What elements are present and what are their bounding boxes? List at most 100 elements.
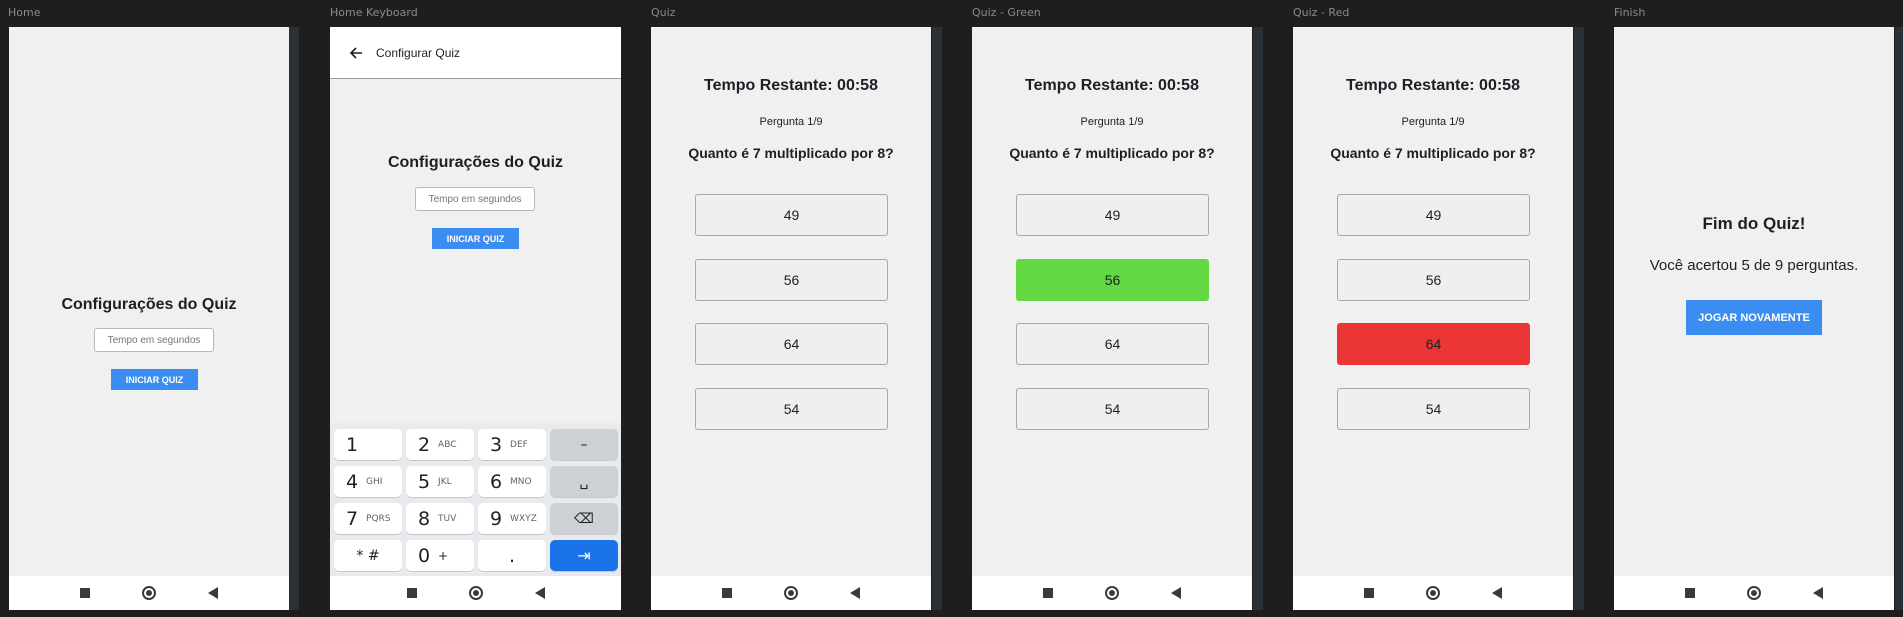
key-next[interactable]: ⇥ xyxy=(550,540,618,571)
home-icon[interactable] xyxy=(1105,586,1119,600)
timer-text: Tempo Restante: 00:58 xyxy=(704,77,878,94)
answer-button-1[interactable]: 49 xyxy=(695,194,888,236)
answer-button-wrong[interactable]: 64 xyxy=(1337,323,1530,365)
frame-edge xyxy=(289,27,299,610)
key-space[interactable]: ␣ xyxy=(550,466,618,497)
key-backspace[interactable]: ⌫ xyxy=(550,503,618,534)
key-1[interactable]: 1 xyxy=(334,429,402,460)
start-quiz-button[interactable]: INICIAR QUIZ xyxy=(432,228,519,249)
key-sublabel: WXYZ xyxy=(510,513,537,524)
key-3[interactable]: 3 DEF xyxy=(478,429,546,460)
back-icon[interactable] xyxy=(208,587,218,599)
recent-apps-icon[interactable] xyxy=(1685,588,1695,598)
recent-apps-icon[interactable] xyxy=(722,588,732,598)
timer-text: Tempo Restante: 00:58 xyxy=(1346,77,1520,94)
system-navbar xyxy=(1293,576,1573,610)
key-label: 4 xyxy=(345,470,359,493)
answer-button-4[interactable]: 54 xyxy=(1337,388,1530,430)
recent-apps-icon[interactable] xyxy=(80,588,90,598)
key-sublabel: GHI xyxy=(366,476,383,487)
time-input[interactable] xyxy=(94,328,214,352)
config-title: Configurações do Quiz xyxy=(387,154,564,171)
key-label: 8 xyxy=(417,507,431,530)
key-sublabel: JKL xyxy=(438,476,452,487)
config-title: Configurações do Quiz xyxy=(61,296,237,313)
recent-apps-icon[interactable] xyxy=(1043,588,1053,598)
back-icon[interactable] xyxy=(850,587,860,599)
key-5[interactable]: 5 JKL xyxy=(406,466,474,497)
app-bar-title: Configurar Quiz xyxy=(376,45,461,60)
key-label: 3 xyxy=(489,433,503,456)
question-counter: Pergunta 1/9 xyxy=(1080,116,1144,128)
answer-button-3[interactable]: 64 xyxy=(695,323,888,365)
key-label: 6 xyxy=(489,470,503,493)
key-star-hash[interactable]: * # xyxy=(334,540,402,571)
frame-label-finish: Finish xyxy=(1614,6,1646,19)
answer-button-4[interactable]: 54 xyxy=(695,388,888,430)
key-label: 7 xyxy=(345,507,359,530)
frame-label-home-keyboard: Home Keyboard xyxy=(330,6,418,19)
system-navbar xyxy=(972,576,1252,610)
backspace-icon: ⌫ xyxy=(574,510,594,527)
frame-edge xyxy=(1574,27,1584,610)
frame-label-quiz: Quiz xyxy=(651,6,676,19)
frame-edge xyxy=(932,27,942,610)
key-9[interactable]: 9 WXYZ xyxy=(478,503,546,534)
home-icon[interactable] xyxy=(142,586,156,600)
home-icon[interactable] xyxy=(1426,586,1440,600)
key-minus[interactable]: – xyxy=(550,429,618,460)
screen-quiz-green: Tempo Restante: 00:58 Pergunta 1/9 Quant… xyxy=(972,27,1252,610)
home-icon[interactable] xyxy=(784,586,798,600)
key-label: * # xyxy=(356,547,380,564)
arrow-left-icon[interactable] xyxy=(348,45,364,61)
recent-apps-icon[interactable] xyxy=(406,588,417,598)
key-sublabel: + xyxy=(438,548,449,563)
key-2[interactable]: 2 ABC xyxy=(406,429,474,460)
app-bar: Configurar Quiz xyxy=(330,27,621,79)
key-4[interactable]: 4 GHI xyxy=(334,466,402,497)
key-label: 1 xyxy=(345,433,359,456)
screen-home: Configurações do Quiz INICIAR QUIZ xyxy=(9,27,289,610)
home-icon[interactable] xyxy=(1747,586,1761,600)
system-navbar xyxy=(330,576,621,610)
key-sublabel: TUV xyxy=(438,513,457,524)
frame-label-quiz-red: Quiz - Red xyxy=(1293,6,1350,19)
key-0[interactable]: 0 + xyxy=(406,540,474,571)
key-sublabel: DEF xyxy=(510,439,528,450)
key-8[interactable]: 8 TUV xyxy=(406,503,474,534)
space-icon: ␣ xyxy=(579,473,589,490)
back-icon[interactable] xyxy=(534,587,545,599)
answer-button-2[interactable]: 56 xyxy=(1337,259,1530,301)
key-label: 9 xyxy=(489,507,503,530)
key-label: 0 xyxy=(417,544,431,567)
recent-apps-icon[interactable] xyxy=(1364,588,1374,598)
play-again-button[interactable]: JOGAR NOVAMENTE xyxy=(1686,300,1822,335)
answer-button-correct[interactable]: 56 xyxy=(1016,259,1209,301)
back-icon[interactable] xyxy=(1813,587,1823,599)
back-icon[interactable] xyxy=(1171,587,1181,599)
question-counter: Pergunta 1/9 xyxy=(1401,116,1465,128)
key-6[interactable]: 6 MNO xyxy=(478,466,546,497)
answer-button-1[interactable]: 49 xyxy=(1016,194,1209,236)
finish-title: Fim do Quiz! xyxy=(1702,214,1806,233)
back-icon[interactable] xyxy=(1492,587,1502,599)
answer-button-2[interactable]: 56 xyxy=(695,259,888,301)
frame-edge xyxy=(1895,27,1903,610)
start-quiz-button[interactable]: INICIAR QUIZ xyxy=(111,369,198,390)
question-text: Quanto é 7 multiplicado por 8? xyxy=(1009,145,1215,161)
answer-button-1[interactable]: 49 xyxy=(1337,194,1530,236)
screen-quiz: Tempo Restante: 00:58 Pergunta 1/9 Quant… xyxy=(651,27,931,610)
timer-text: Tempo Restante: 00:58 xyxy=(1025,77,1199,94)
key-label: 2 xyxy=(417,433,431,456)
key-7[interactable]: 7 PQRS xyxy=(334,503,402,534)
frame-edge xyxy=(1253,27,1263,610)
numeric-keyboard: 1 2 ABC 3 DEF – 4 GHI 5 JKL 6 MNO ␣ 7 PQ… xyxy=(330,423,621,576)
result-text: Você acertou 5 de 9 perguntas. xyxy=(1649,257,1859,274)
home-icon[interactable] xyxy=(468,586,483,600)
answer-button-3[interactable]: 64 xyxy=(1016,323,1209,365)
key-sublabel: PQRS xyxy=(366,513,391,524)
time-input[interactable] xyxy=(415,187,535,211)
question-text: Quanto é 7 multiplicado por 8? xyxy=(1330,145,1536,161)
answer-button-4[interactable]: 54 xyxy=(1016,388,1209,430)
key-period[interactable]: . xyxy=(478,540,546,571)
